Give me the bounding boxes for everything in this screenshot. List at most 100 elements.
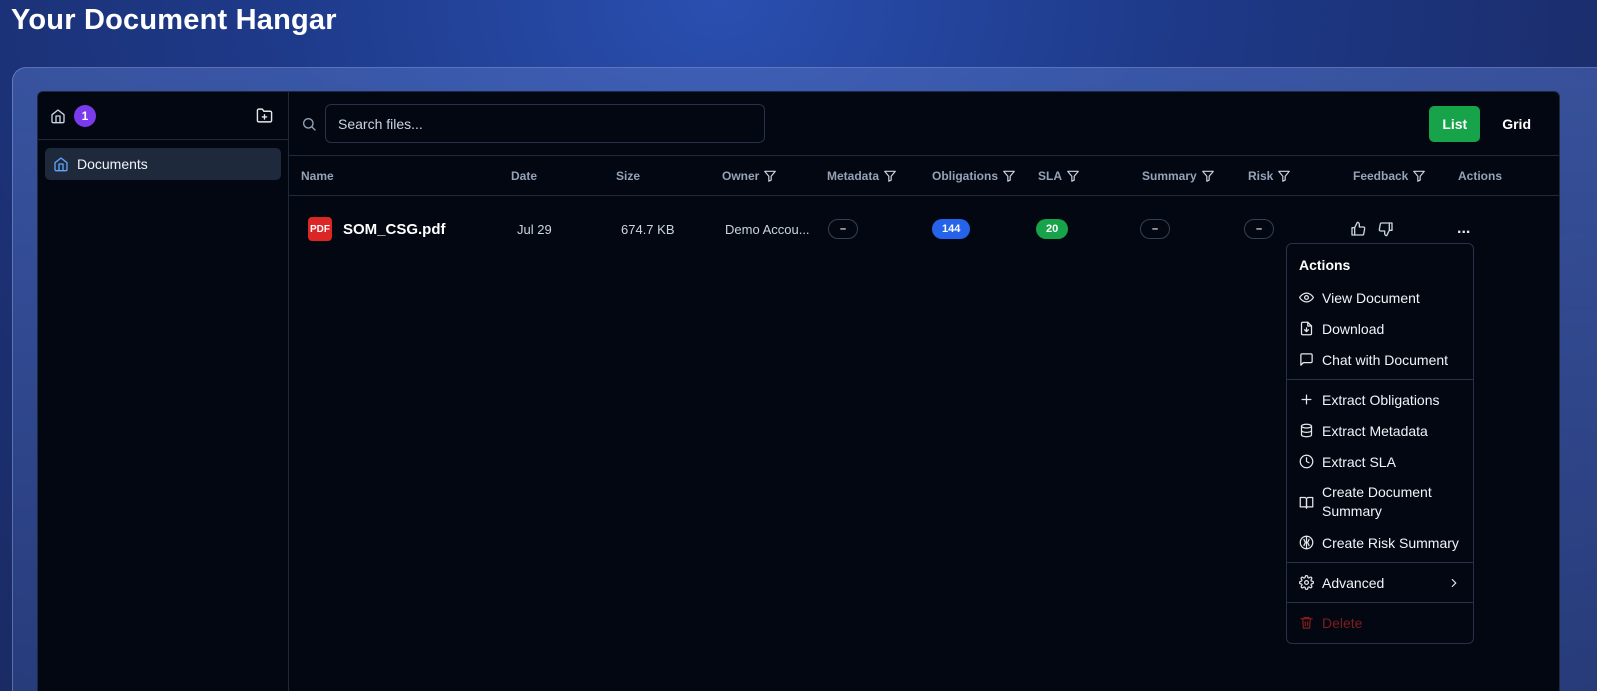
filter-icon[interactable]	[763, 169, 777, 183]
column-label: Name	[301, 169, 334, 183]
menu-item-extract-metadata[interactable]: Extract Metadata	[1287, 415, 1473, 446]
column-name[interactable]: Name	[301, 156, 334, 196]
column-size[interactable]: Size	[616, 156, 640, 196]
column-label: Size	[616, 169, 641, 183]
sidebar-header: 1	[38, 92, 288, 140]
brain-icon	[1299, 535, 1314, 550]
search-icon	[301, 116, 317, 132]
file-download-icon	[1299, 321, 1314, 336]
column-obligations[interactable]: Obligations	[932, 156, 1016, 196]
column-date[interactable]: Date	[511, 156, 537, 196]
risk-badge[interactable]: –	[1244, 219, 1274, 239]
menu-item-label: Create Document Summary	[1322, 484, 1432, 519]
column-label: Actions	[1458, 169, 1503, 183]
file-name-cell[interactable]: PDF SOM_CSG.pdf	[308, 196, 446, 262]
eye-icon	[1299, 290, 1314, 305]
column-metadata[interactable]: Metadata	[827, 156, 897, 196]
gear-icon	[1299, 575, 1314, 590]
menu-item-label: View Document	[1322, 289, 1420, 306]
toolbar: List Grid	[289, 92, 1559, 156]
column-label: Date	[511, 169, 538, 183]
table-header: Name Date Size Owner Metadata Obligation…	[289, 156, 1559, 196]
metadata-cell: –	[828, 196, 858, 262]
actions-menu-title: Actions	[1299, 257, 1351, 273]
trash-icon	[1299, 615, 1314, 630]
menu-item-create-risk-summary[interactable]: Create Risk Summary	[1287, 527, 1473, 558]
pdf-file-icon: PDF	[308, 217, 332, 241]
menu-item-chat-with-document[interactable]: Chat with Document	[1287, 344, 1473, 375]
file-name[interactable]: SOM_CSG.pdf	[343, 221, 446, 238]
obligations-badge[interactable]: 144	[932, 219, 971, 239]
chevron-right-icon	[1447, 576, 1461, 590]
summary-badge[interactable]: –	[1140, 219, 1170, 239]
sla-badge[interactable]: 20	[1036, 219, 1069, 239]
database-icon	[1299, 423, 1314, 438]
obligations-cell: 144	[932, 196, 971, 262]
column-actions: Actions	[1458, 156, 1502, 196]
filter-icon[interactable]	[1277, 169, 1291, 183]
grid-view-button[interactable]: Grid	[1488, 106, 1545, 142]
home-icon[interactable]	[50, 108, 66, 124]
page-title: Your Document Hangar	[11, 4, 337, 36]
summary-cell: –	[1140, 196, 1170, 262]
file-manager: 1 Documents List Grid Name D	[37, 91, 1560, 691]
menu-item-label: Advanced	[1322, 574, 1385, 591]
menu-item-create-document-summary[interactable]: Create Document Summary	[1287, 477, 1473, 527]
filter-icon[interactable]	[1066, 169, 1080, 183]
list-view-button[interactable]: List	[1429, 106, 1481, 142]
message-square-icon	[1299, 352, 1314, 367]
column-label: Metadata	[827, 169, 880, 183]
filter-icon[interactable]	[883, 169, 897, 183]
risk-cell: –	[1244, 196, 1274, 262]
menu-divider	[1287, 602, 1473, 603]
column-summary[interactable]: Summary	[1142, 156, 1215, 196]
menu-item-label: Create Risk Summary	[1322, 534, 1459, 551]
clock-icon	[1299, 454, 1314, 469]
menu-item-advanced[interactable]: Advanced	[1287, 567, 1473, 598]
menu-divider	[1287, 562, 1473, 563]
column-owner[interactable]: Owner	[722, 156, 777, 196]
column-label: SLA	[1038, 169, 1062, 183]
filter-icon[interactable]	[1412, 169, 1426, 183]
menu-item-extract-sla[interactable]: Extract SLA	[1287, 446, 1473, 477]
metadata-badge[interactable]: –	[828, 219, 858, 239]
sidebar: 1 Documents	[38, 92, 289, 691]
column-label: Owner	[722, 169, 760, 183]
search-input[interactable]	[325, 104, 765, 143]
menu-item-label: Extract SLA	[1322, 453, 1396, 470]
menu-item-download[interactable]: Download	[1287, 313, 1473, 344]
plus-icon	[1299, 392, 1314, 407]
owner-cell: Demo Accou...	[725, 221, 810, 237]
view-toggle: List Grid	[1429, 106, 1545, 142]
menu-item-label: Extract Metadata	[1322, 422, 1428, 439]
sla-cell: 20	[1036, 196, 1069, 262]
column-label: Feedback	[1353, 169, 1409, 183]
menu-item-view-document[interactable]: View Document	[1287, 282, 1473, 313]
home-icon	[53, 156, 69, 172]
column-label: Obligations	[932, 169, 998, 183]
sidebar-item-documents[interactable]: Documents	[45, 148, 281, 180]
new-folder-icon[interactable]	[256, 107, 273, 124]
menu-item-label: Download	[1322, 320, 1385, 337]
column-feedback[interactable]: Feedback	[1353, 156, 1426, 196]
menu-item-label: Delete	[1322, 614, 1363, 631]
filter-icon[interactable]	[1002, 169, 1016, 183]
actions-menu: Actions View Document Download Chat with…	[1286, 243, 1474, 644]
menu-item-label: Chat with Document	[1322, 351, 1449, 368]
column-sla[interactable]: SLA	[1038, 156, 1080, 196]
menu-item-delete[interactable]: Delete	[1287, 607, 1473, 638]
menu-item-extract-obligations[interactable]: Extract Obligations	[1287, 384, 1473, 415]
thumbs-down-icon[interactable]	[1378, 221, 1394, 237]
main-panel: List Grid Name Date Size Owner Metadata …	[289, 92, 1559, 691]
book-open-icon	[1299, 495, 1314, 510]
menu-item-label: Extract Obligations	[1322, 391, 1440, 408]
column-label: Risk	[1248, 169, 1274, 183]
column-label: Summary	[1142, 169, 1197, 183]
date-cell: Jul 29	[517, 221, 552, 237]
sidebar-item-label: Documents	[77, 156, 148, 172]
thumbs-up-icon[interactable]	[1350, 221, 1366, 237]
size-cell: 674.7 KB	[621, 221, 675, 237]
filter-icon[interactable]	[1201, 169, 1215, 183]
breadcrumb-count-badge: 1	[74, 104, 96, 127]
column-risk[interactable]: Risk	[1248, 156, 1291, 196]
